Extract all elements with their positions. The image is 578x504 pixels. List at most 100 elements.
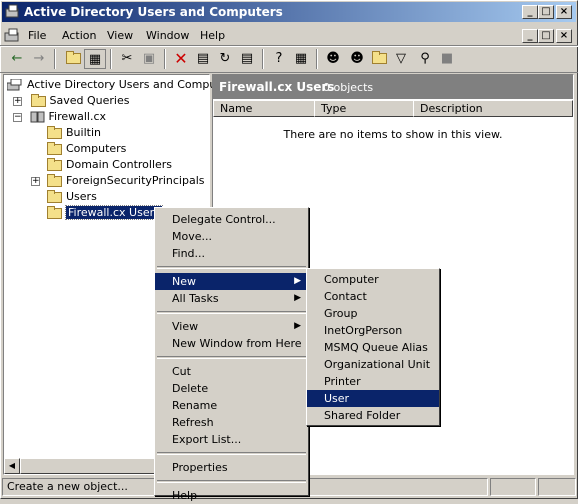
export-list-icon[interactable]: ▤ [236, 49, 258, 69]
toolbar-divider [0, 72, 578, 73]
submenu-item-label: Printer [324, 375, 361, 388]
tree-item-firewall-users[interactable]: Firewall.cx Users [47, 205, 163, 221]
menu-item-label: Move... [172, 230, 212, 243]
tree-item-computers[interactable]: Computers [47, 141, 126, 157]
menu-item-find[interactable]: Find... [155, 245, 308, 262]
mmc-console-icon[interactable] [4, 27, 21, 43]
filter-icon[interactable]: ▽ [390, 49, 412, 69]
new-ou-icon[interactable] [368, 49, 390, 69]
menu-item-label: New [172, 275, 196, 288]
child-restore-button[interactable]: □ [538, 29, 554, 43]
new-user-icon[interactable]: ☻ [322, 49, 344, 69]
back-icon[interactable]: ← [6, 49, 28, 69]
tree-item-foreign-security-principals[interactable]: + ForeignSecurityPrincipals [31, 173, 205, 189]
menu-item-all-tasks[interactable]: All Tasks ▶ [155, 290, 308, 307]
menu-help[interactable]: Help [200, 29, 225, 42]
tree-item-domain[interactable]: − Firewall.cx [13, 109, 106, 125]
menu-separator [157, 266, 306, 269]
submenu-item-inetorgperson[interactable]: InetOrgPerson [307, 322, 439, 339]
menu-item-export-list[interactable]: Export List... [155, 431, 308, 448]
properties-icon[interactable]: ▤ [192, 49, 214, 69]
paste-icon[interactable]: ▣ [138, 49, 160, 69]
title-bar[interactable]: Active Directory Users and Computers _ □… [2, 2, 576, 22]
column-header-description[interactable]: Description [413, 100, 573, 117]
menu-item-refresh[interactable]: Refresh [155, 414, 308, 431]
submenu-item-label: Group [324, 307, 358, 320]
menu-item-label: All Tasks [172, 292, 219, 305]
submenu-item-user[interactable]: User [307, 390, 439, 407]
new-group-icon[interactable]: ☻ [346, 49, 368, 69]
menu-item-label: Delete [172, 382, 209, 395]
menu-item-view[interactable]: View ▶ [155, 318, 308, 335]
menu-item-rename[interactable]: Rename [155, 397, 308, 414]
submenu-item-printer[interactable]: Printer [307, 373, 439, 390]
tree-item-builtin[interactable]: Builtin [47, 125, 101, 141]
window-title: Active Directory Users and Computers [24, 5, 283, 19]
menu-separator [157, 452, 306, 455]
tree-item-domain-controllers[interactable]: Domain Controllers [47, 157, 172, 173]
app-icon [5, 4, 20, 19]
menu-item-new[interactable]: New ▶ [155, 273, 308, 290]
collapse-icon[interactable]: − [13, 112, 22, 122]
folder-icon [47, 173, 62, 187]
menu-window[interactable]: Window [146, 29, 189, 42]
show-hide-action-pane-icon[interactable]: ▦ [290, 49, 312, 69]
menu-item-delete[interactable]: Delete [155, 380, 308, 397]
child-close-button[interactable]: × [556, 29, 572, 43]
submenu-item-organizational-unit[interactable]: Organizational Unit [307, 356, 439, 373]
help-icon[interactable]: ? [268, 49, 290, 69]
refresh-icon[interactable]: ↻ [214, 49, 236, 69]
domain-icon [30, 111, 46, 123]
up-level-icon[interactable] [62, 49, 84, 69]
submenu-item-computer[interactable]: Computer [307, 271, 439, 288]
menu-item-move[interactable]: Move... [155, 228, 308, 245]
maximize-button[interactable]: □ [538, 5, 554, 19]
tree-label-root: Active Directory Users and Computer [27, 78, 232, 91]
folder-icon [47, 141, 62, 155]
menu-item-help[interactable]: Help [155, 487, 308, 504]
expand-icon[interactable]: + [13, 96, 22, 106]
submenu-item-contact[interactable]: Contact [307, 288, 439, 305]
scroll-thumb[interactable] [20, 458, 160, 474]
menubar-divider [0, 45, 578, 47]
cut-icon[interactable]: ✂ [116, 49, 138, 69]
ad-icon [6, 78, 23, 91]
submenu-item-group[interactable]: Group [307, 305, 439, 322]
menu-item-new-window[interactable]: New Window from Here [155, 335, 308, 352]
menu-item-cut[interactable]: Cut [155, 363, 308, 380]
submenu-item-label: Shared Folder [324, 409, 401, 422]
child-minimize-button[interactable]: _ [522, 29, 538, 43]
tree-item-root[interactable]: Active Directory Users and Computer [6, 77, 232, 93]
expand-icon[interactable]: + [31, 176, 40, 186]
menu-item-properties[interactable]: Properties [155, 459, 308, 476]
delete-icon[interactable]: ✕ [170, 49, 192, 69]
column-header-type[interactable]: Type [314, 100, 414, 117]
submenu-item-label: InetOrgPerson [324, 324, 403, 337]
close-button[interactable]: × [556, 5, 572, 19]
forward-icon[interactable]: → [28, 49, 50, 69]
menu-item-delegate-control[interactable]: Delegate Control... [155, 211, 308, 228]
details-title: Firewall.cx Users [219, 80, 335, 94]
tree-label-builtin: Builtin [66, 126, 101, 139]
toolbar-separator [262, 49, 264, 69]
menu-action[interactable]: Action [62, 29, 96, 42]
tree-label-domain: Firewall.cx [48, 110, 107, 123]
menu-item-label: Rename [172, 399, 218, 412]
menu-view[interactable]: View [107, 29, 133, 42]
minimize-button[interactable]: _ [522, 5, 538, 19]
menu-item-label: Cut [172, 365, 191, 378]
submenu-item-label: Organizational Unit [324, 358, 431, 371]
submenu-item-shared-folder[interactable]: Shared Folder [307, 407, 439, 424]
menu-item-label: View [172, 320, 199, 333]
show-hide-tree-icon[interactable]: ▦ [84, 49, 106, 69]
column-header-name[interactable]: Name [213, 100, 315, 117]
toolbar-separator [110, 49, 112, 69]
submenu-item-msmq-queue-alias[interactable]: MSMQ Queue Alias [307, 339, 439, 356]
menu-separator [157, 480, 306, 483]
tree-item-users[interactable]: Users [47, 189, 97, 205]
tree-item-saved-queries[interactable]: + Saved Queries [13, 93, 129, 109]
scroll-left-button[interactable]: ◀ [4, 458, 20, 474]
menu-file[interactable]: File [28, 29, 46, 42]
find-icon[interactable]: ⚲ [414, 49, 436, 69]
add-to-group-icon[interactable]: ■ [436, 49, 458, 69]
